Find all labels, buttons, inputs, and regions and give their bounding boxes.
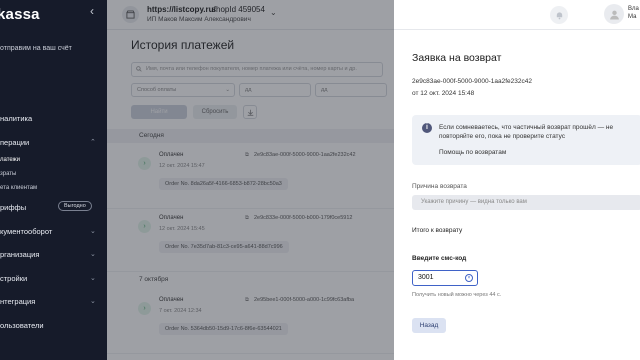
avatar[interactable] (604, 4, 624, 24)
user-surname[interactable]: Ма (628, 14, 636, 20)
reason-label: Причина возврата (412, 183, 467, 190)
sidebar-subitem-refunds[interactable]: зраты (0, 171, 16, 177)
sms-code-value: 3001 (418, 274, 434, 281)
payment-id: 2e9c83ae-000f-5000-9000-1aa2fe232c42 (412, 78, 532, 85)
sms-resend-hint: Получить новый можно через 44 с. (412, 292, 502, 298)
payout-note: отправим на ваш счёт (0, 45, 72, 52)
chevron-left-icon[interactable]: ‹ (90, 4, 94, 18)
chevron-down-icon: ⌄ (90, 251, 96, 258)
info-text: Если сомневаетесь, что частичный возврат… (439, 124, 614, 140)
total-label: Итого к возврату (412, 227, 463, 234)
sidebar-item-organization[interactable]: рганизация ⌄ (0, 250, 107, 259)
sidebar-item-analytics[interactable]: налитика (0, 114, 107, 123)
back-button[interactable]: Назад (412, 318, 446, 333)
sidebar-item-operations[interactable]: перации ⌃ (0, 138, 107, 147)
sidebar-item-integration[interactable]: нтеграция ⌄ (0, 297, 107, 306)
tariff-badge: Выгодно (58, 201, 92, 211)
sidebar-item-settings[interactable]: стройки ⌄ (0, 274, 107, 283)
user-name[interactable]: Вла (628, 6, 639, 12)
sms-code-label: Введите смс-код (412, 255, 467, 262)
panel-title: Заявка на возврат (412, 52, 502, 64)
refund-panel: Заявка на возврат 2e9c83ae-000f-5000-900… (394, 30, 640, 360)
sidebar-item-documents[interactable]: кументооборот ⌄ (0, 227, 107, 236)
reason-input[interactable]: Укажите причину — видна только вам (412, 195, 640, 210)
payment-date: от 12 окт. 2024 15:48 (412, 90, 475, 97)
chevron-down-icon: ⌄ (90, 228, 96, 235)
chevron-down-icon: ⌄ (90, 298, 96, 305)
modal-backdrop[interactable] (107, 0, 394, 360)
sidebar-subitem-invoices[interactable]: ета клиентам (0, 185, 37, 191)
bell-icon[interactable] (550, 6, 568, 24)
refund-help-link[interactable]: Помощь по возвратам (439, 149, 506, 156)
clear-icon[interactable]: × (465, 274, 473, 282)
sms-code-input[interactable]: 3001 × (412, 270, 478, 286)
info-icon: i (422, 123, 432, 133)
sidebar-subitem-payments[interactable]: латежи (0, 157, 20, 163)
chevron-down-icon: ⌄ (90, 275, 96, 282)
chevron-up-icon: ⌃ (90, 139, 96, 146)
info-box: i Если сомневаетесь, что частичный возвр… (412, 115, 640, 165)
sidebar: kassa ‹ отправим на ваш счёт налитика пе… (0, 0, 107, 360)
sidebar-item-users[interactable]: ользователи (0, 321, 107, 330)
logo: kassa (0, 6, 40, 23)
